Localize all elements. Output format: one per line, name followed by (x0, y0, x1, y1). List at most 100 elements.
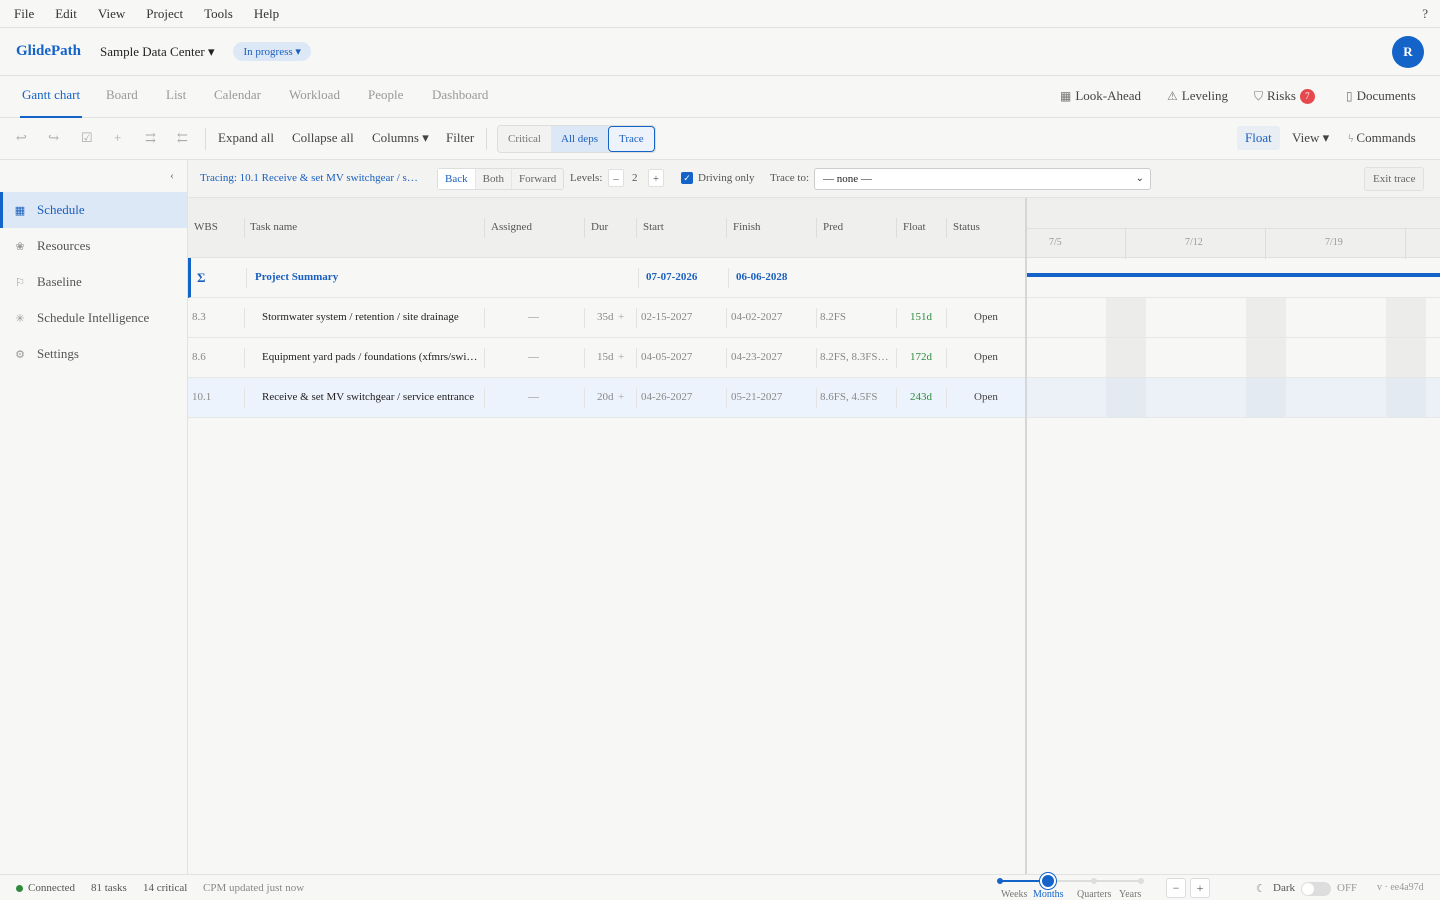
row-task-name[interactable]: Equipment yard pads / foundations (xfmrs… (262, 351, 478, 363)
row-assigned[interactable]: — (528, 311, 539, 323)
column-header-assigned[interactable]: Assigned (491, 221, 532, 235)
tab-workload[interactable]: Workload (289, 76, 340, 118)
collapse-all-button[interactable]: Collapse all (292, 130, 354, 146)
menu-help[interactable]: Help (254, 6, 279, 22)
levels-decrease-button[interactable]: – (608, 169, 624, 187)
sidebar-item-schedule[interactable]: ▦ Schedule (0, 192, 187, 228)
project-summary-row[interactable]: Σ Project Summary 07-07-2026 06-06-2028 (188, 258, 1025, 298)
zoom-stop[interactable] (1091, 878, 1097, 884)
leveling-button[interactable]: ⚠ Leveling (1167, 88, 1228, 104)
row-predecessors[interactable]: 8.2FS, 8.3FS, 8.5FS (820, 351, 890, 363)
menu-tools[interactable]: Tools (204, 6, 233, 22)
row-assigned[interactable]: — (528, 351, 539, 363)
collapse-sidebar-icon[interactable]: ‹ (170, 168, 174, 183)
columns-button[interactable]: Columns ▾ (372, 130, 429, 146)
tab-list[interactable]: List (166, 76, 186, 118)
column-header-finish[interactable]: Finish (733, 221, 761, 235)
project-selector[interactable]: Sample Data Center ▾ (100, 44, 214, 60)
sidebar-item-baseline[interactable]: ⚐ Baseline (0, 264, 187, 300)
column-header-wbs[interactable]: WBS (194, 221, 218, 235)
zoom-label-months[interactable]: Months (1033, 889, 1064, 900)
filter-button[interactable]: Filter (446, 130, 474, 146)
column-header-dur[interactable]: Dur (591, 221, 608, 235)
commands-button[interactable]: ϟ Commands (1348, 130, 1416, 146)
column-header-float[interactable]: Float (903, 221, 926, 235)
zoom-slider-handle[interactable] (1040, 873, 1056, 889)
documents-button[interactable]: ▯ Documents (1346, 88, 1416, 104)
risks-button[interactable]: ⛉ Risks 7 (1254, 88, 1315, 104)
tab-dashboard[interactable]: Dashboard (432, 76, 488, 118)
column-header-task-name[interactable]: Task name (250, 221, 297, 235)
tab-gantt-chart[interactable]: Gantt chart (20, 76, 83, 118)
row-start[interactable]: 04-26-2027 (641, 391, 692, 403)
trace-both-button[interactable]: Both (476, 169, 513, 189)
table-row-selected[interactable]: 10.1 Receive & set MV switchgear / servi… (188, 378, 1025, 418)
trace-forward-button[interactable]: Forward (512, 169, 563, 189)
zoom-label-quarters[interactable]: Quarters (1077, 889, 1111, 900)
all-deps-button[interactable]: All deps (551, 126, 608, 152)
row-status[interactable]: Open (974, 311, 998, 323)
levels-increase-button[interactable]: + (648, 169, 664, 187)
row-duration[interactable]: 15d (597, 351, 614, 363)
float-button[interactable]: Float (1237, 126, 1280, 150)
lookahead-button[interactable]: ▦ Look-Ahead (1060, 88, 1141, 104)
zoom-label-weeks[interactable]: Weeks (1001, 889, 1027, 900)
expand-all-button[interactable]: Expand all (218, 130, 274, 146)
outdent-icon[interactable]: ⇇ (177, 130, 188, 146)
row-assigned[interactable]: — (528, 391, 539, 403)
row-predecessors[interactable]: 8.6FS, 4.5FS (820, 391, 890, 403)
zoom-stop[interactable] (997, 878, 1003, 884)
trace-button[interactable]: Trace (607, 126, 655, 152)
table-row[interactable]: 8.6 Equipment yard pads / foundations (x… (188, 338, 1025, 378)
tab-board[interactable]: Board (106, 76, 138, 118)
zoom-in-button[interactable]: + (1190, 878, 1210, 898)
driving-only-checkbox[interactable]: ✓ (681, 172, 693, 184)
sidebar-item-resources[interactable]: ❀ Resources (0, 228, 187, 264)
add-duration-icon[interactable]: + (618, 311, 624, 323)
row-task-name[interactable]: Receive & set MV switchgear / service en… (262, 391, 478, 403)
critical-button[interactable]: Critical (498, 126, 551, 152)
help-button[interactable]: ? (1422, 6, 1428, 22)
menu-edit[interactable]: Edit (55, 6, 77, 22)
trace-back-button[interactable]: Back (438, 169, 476, 189)
zoom-label-years[interactable]: Years (1119, 889, 1141, 900)
redo-icon[interactable]: ↪ (48, 130, 59, 146)
view-menu-button[interactable]: View ▾ (1292, 130, 1329, 146)
row-duration[interactable]: 20d (597, 391, 614, 403)
project-status-pill[interactable]: In progress ▾ (233, 42, 311, 61)
table-row[interactable]: 8.3 Stormwater system / retention / site… (188, 298, 1025, 338)
trace-to-select[interactable]: — none — ⌄ (814, 168, 1151, 190)
indent-icon[interactable]: ⇉ (145, 130, 156, 146)
sidebar-item-schedule-intelligence[interactable]: ✳ Schedule Intelligence (0, 300, 187, 336)
undo-icon[interactable]: ↩ (16, 130, 27, 146)
row-start[interactable]: 02-15-2027 (641, 311, 692, 323)
tab-people[interactable]: People (368, 76, 403, 118)
sidebar-item-settings[interactable]: ⚙ Settings (0, 336, 187, 372)
row-predecessors[interactable]: 8.2FS (820, 311, 890, 323)
row-finish[interactable]: 04-02-2027 (731, 311, 782, 323)
row-start[interactable]: 04-05-2027 (641, 351, 692, 363)
gantt-timeline[interactable]: 7/5 7/12 7/19 (1027, 198, 1440, 874)
dark-mode-toggle[interactable] (1301, 882, 1331, 896)
column-header-status[interactable]: Status (953, 221, 980, 235)
zoom-stop[interactable] (1138, 878, 1144, 884)
tab-calendar[interactable]: Calendar (214, 76, 261, 118)
brand-logo[interactable]: GlidePath (16, 43, 81, 60)
add-duration-icon[interactable]: + (618, 351, 624, 363)
add-duration-icon[interactable]: + (618, 391, 624, 403)
zoom-out-button[interactable]: − (1166, 878, 1186, 898)
menu-view[interactable]: View (98, 6, 125, 22)
column-header-pred[interactable]: Pred (823, 221, 843, 235)
menu-file[interactable]: File (14, 6, 34, 22)
checkbox-icon[interactable]: ☑ (81, 130, 93, 146)
column-header-start[interactable]: Start (643, 221, 664, 235)
row-finish[interactable]: 05-21-2027 (731, 391, 782, 403)
row-status[interactable]: Open (974, 351, 998, 363)
row-finish[interactable]: 04-23-2027 (731, 351, 782, 363)
user-avatar[interactable]: R (1392, 36, 1424, 68)
add-task-icon[interactable]: + (114, 130, 121, 146)
menu-project[interactable]: Project (146, 6, 183, 22)
row-task-name[interactable]: Stormwater system / retention / site dra… (262, 311, 482, 323)
row-status[interactable]: Open (974, 391, 998, 403)
exit-trace-button[interactable]: Exit trace (1364, 167, 1425, 191)
